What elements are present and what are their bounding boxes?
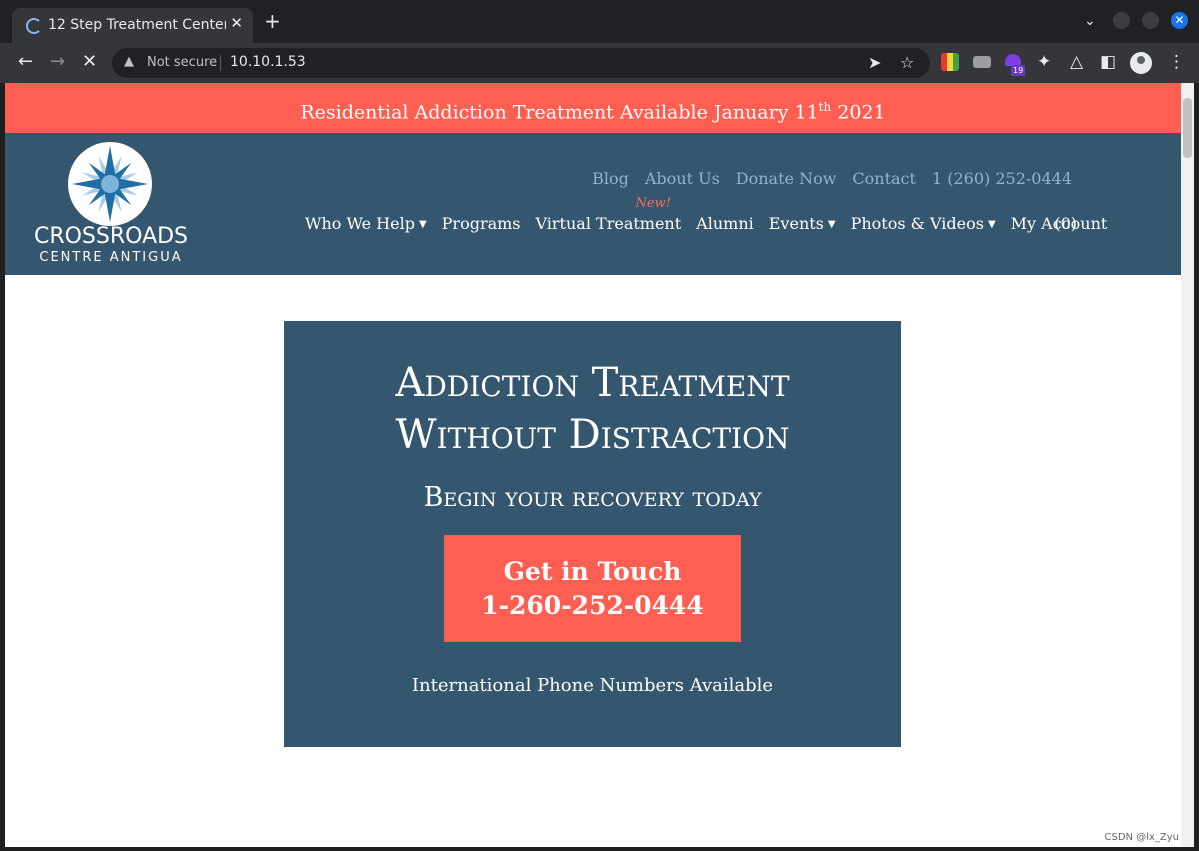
caret-down-icon: ▼: [418, 219, 427, 230]
nav-label: Programs: [441, 214, 521, 233]
browser-tab[interactable]: 12 Step Treatment Center ✕: [12, 8, 253, 43]
nav-virtual-treatment[interactable]: New! Virtual Treatment: [535, 196, 682, 233]
caret-down-icon: ▼: [827, 219, 836, 230]
nav-label: Virtual Treatment: [535, 214, 682, 233]
cta-phone: 1-260-252-0444: [481, 590, 704, 620]
site-header: CROSSROADS CENTRE ANTIGUA Blog About Us …: [5, 133, 1181, 275]
main-nav: Who We Help ▼ Programs New! Virtual Treatm…: [305, 196, 1107, 233]
minimize-button[interactable]: [1113, 12, 1130, 29]
nav-label: Alumni: [696, 214, 754, 233]
link-phone[interactable]: 1 (260) 252-0444: [932, 169, 1072, 188]
top-links: Blog About Us Donate Now Contact 1 (260)…: [592, 169, 1072, 188]
address-bar[interactable]: ▲ Not secure 10.10.1.53 ➤ ☆: [112, 48, 930, 78]
security-label[interactable]: Not secure: [147, 55, 217, 70]
nav-label: Events: [768, 214, 824, 233]
watermark: CSDN @lx_Zyu: [1104, 832, 1180, 843]
maximize-button[interactable]: [1142, 12, 1159, 29]
announcement-year: 2021: [831, 101, 886, 124]
loading-spinner-icon: [26, 18, 42, 34]
link-about-us[interactable]: About Us: [645, 169, 720, 188]
international-note: International Phone Numbers Available: [411, 675, 774, 696]
compass-star-logo-icon[interactable]: [67, 141, 153, 227]
get-in-touch-button[interactable]: Get in Touch 1-260-252-0444: [444, 535, 741, 642]
nav-alumni[interactable]: Alumni: [696, 214, 754, 233]
hero-heading: Addiction Treatment Without Distraction: [284, 357, 901, 461]
bookmark-star-icon[interactable]: ☆: [900, 53, 914, 72]
cart-count[interactable]: (0): [1054, 214, 1077, 233]
stop-loading-icon[interactable]: ✕: [82, 52, 97, 72]
new-badge: New!: [635, 196, 671, 211]
cta-label: Get in Touch: [503, 556, 682, 586]
hero-subheading: Begin your recovery today: [423, 482, 762, 513]
logo-wordmark[interactable]: CROSSROADS: [27, 225, 195, 249]
menu-kebab-icon[interactable]: ⋮: [1168, 52, 1185, 72]
logo-subtitle[interactable]: CENTRE ANTIGUA: [27, 250, 195, 265]
nav-programs[interactable]: Programs: [442, 214, 521, 233]
back-icon[interactable]: ←: [18, 52, 33, 72]
new-tab-button[interactable]: +: [264, 11, 281, 31]
nav-label: Who We Help: [305, 214, 415, 233]
extension-colorful-icon[interactable]: [941, 53, 959, 71]
extension-bar-icon[interactable]: [973, 56, 991, 68]
side-panel-icon[interactable]: ◧: [1100, 52, 1116, 72]
link-blog[interactable]: Blog: [592, 169, 629, 188]
warning-icon[interactable]: ▲: [124, 54, 134, 69]
announcement-superscript: th: [818, 100, 832, 114]
hero-panel: Addiction Treatment Without Distraction …: [284, 321, 901, 747]
link-donate-now[interactable]: Donate Now: [736, 169, 837, 188]
window-close-button[interactable]: ✕: [1171, 12, 1188, 29]
tab-close-icon[interactable]: ✕: [230, 14, 243, 32]
nav-label: Photos & Videos: [850, 214, 984, 233]
labs-flask-icon[interactable]: △: [1070, 52, 1083, 72]
scrollbar-thumb[interactable]: [1183, 98, 1192, 158]
address-divider: [220, 55, 221, 71]
nav-who-we-help[interactable]: Who We Help ▼: [305, 214, 427, 233]
extension-badge: 19: [1011, 65, 1026, 76]
announcement-bar[interactable]: Residential Addiction Treatment Availabl…: [5, 83, 1181, 133]
share-icon[interactable]: ➤: [868, 53, 881, 72]
forward-icon[interactable]: →: [50, 52, 65, 72]
announcement-text: Residential Addiction Treatment Availabl…: [300, 101, 819, 124]
tab-title: 12 Step Treatment Center: [48, 17, 226, 33]
tab-strip: 12 Step Treatment Center ✕ + ⌄ ✕: [0, 0, 1199, 43]
extensions-puzzle-icon[interactable]: ✦: [1037, 52, 1051, 72]
page-viewport: Residential Addiction Treatment Availabl…: [5, 83, 1181, 847]
hero-heading-line-1: Addiction Treatment: [395, 360, 790, 406]
profile-avatar[interactable]: [1130, 52, 1152, 74]
link-contact[interactable]: Contact: [852, 169, 916, 188]
page-scrollbar[interactable]: [1181, 83, 1194, 847]
caret-down-icon: ▼: [987, 219, 996, 230]
hero-heading-line-2: Without Distraction: [395, 412, 790, 458]
tab-search-chevron-icon[interactable]: ⌄: [1084, 13, 1096, 29]
nav-photos-videos[interactable]: Photos & Videos ▼: [851, 214, 996, 233]
browser-toolbar: ← → ✕ ▲ Not secure 10.10.1.53 ➤ ☆ 19 ✦ △…: [0, 43, 1199, 83]
url-text[interactable]: 10.10.1.53: [230, 54, 306, 70]
nav-events[interactable]: Events ▼: [769, 214, 836, 233]
